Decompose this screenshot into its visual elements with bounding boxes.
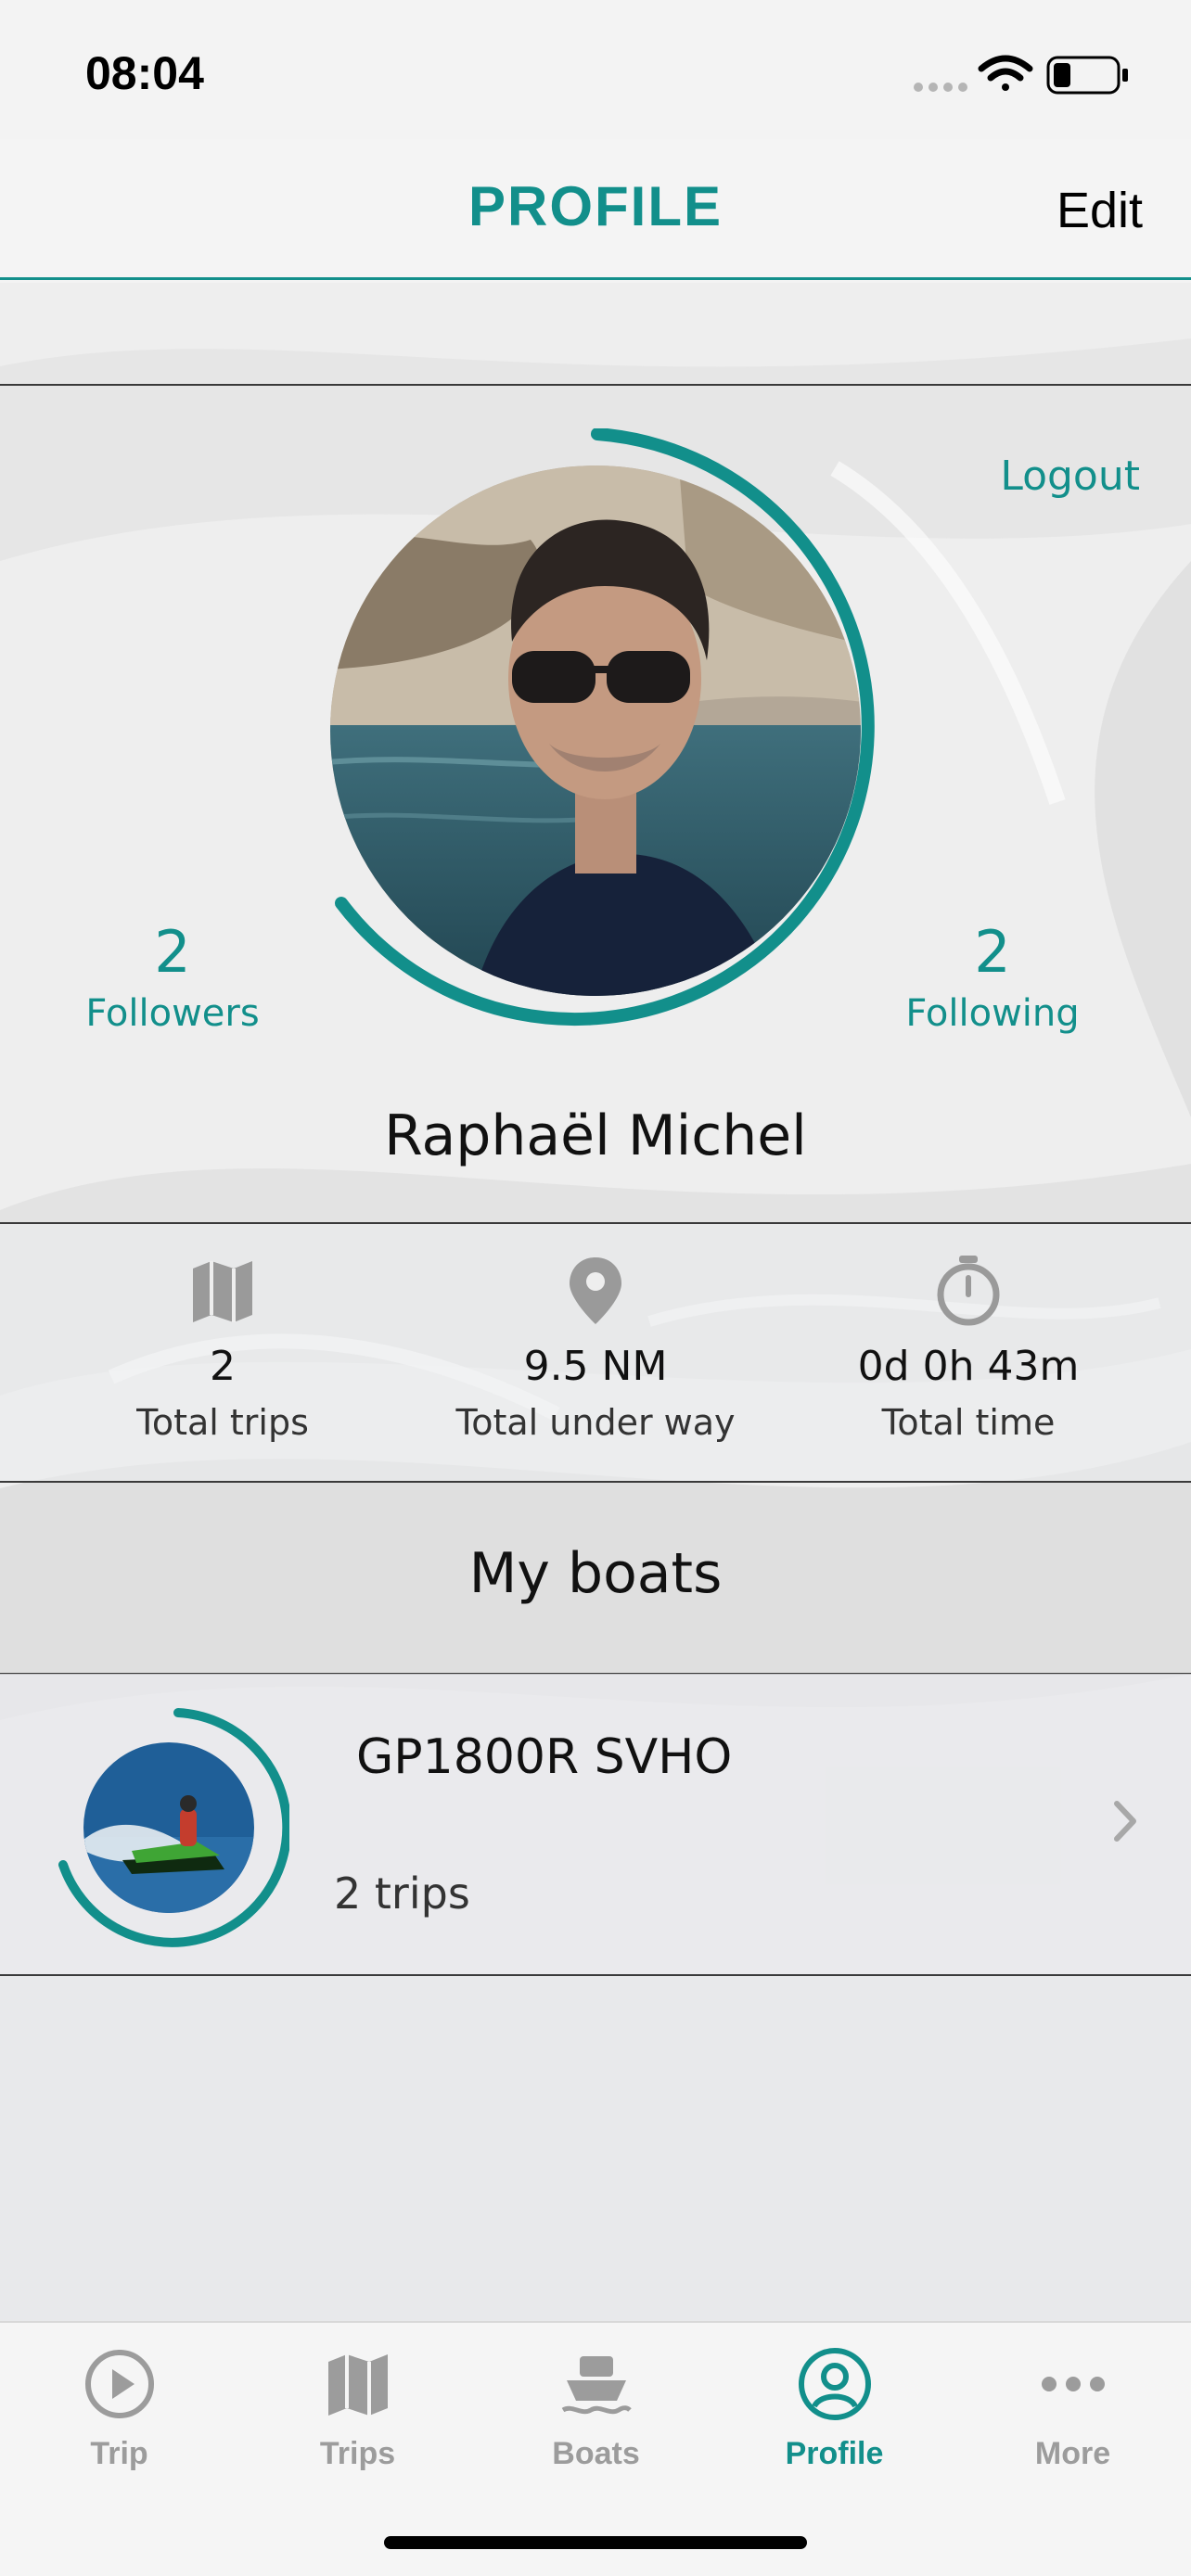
user-name: Raphaël Michel (384, 1103, 807, 1168)
tab-more[interactable]: More (954, 2345, 1191, 2472)
my-boats-title: My boats (468, 1541, 723, 1606)
boat-trips: 2 trips (334, 1868, 470, 1919)
location-pin-icon (570, 1257, 621, 1324)
boat-icon (561, 2356, 632, 2415)
total-under-way-label: Total under way (455, 1402, 736, 1443)
more-icon (1041, 2377, 1105, 2391)
total-trips-value: 2 (210, 1343, 236, 1390)
total-time-value: 0d 0h 43m (857, 1343, 1080, 1390)
status-bar: 08:04 (0, 0, 1191, 139)
home-indicator (384, 2536, 807, 2549)
tab-label: Trip (90, 2436, 148, 2471)
total-under-way-value: 9.5 NM (523, 1343, 668, 1390)
followers-label[interactable]: Followers (33, 992, 312, 1035)
divider (0, 1481, 1191, 1483)
edit-button[interactable]: Edit (1057, 182, 1143, 239)
total-time: 0d 0h 43m Total time (774, 1254, 1163, 1443)
map-icon (327, 2354, 388, 2416)
total-trips: 2 Total trips (28, 1254, 417, 1443)
wifi-icon (978, 55, 1033, 91)
play-icon (84, 2350, 154, 2418)
tab-trip[interactable]: Trip (0, 2345, 238, 2472)
cellular-signal-icon (914, 83, 967, 92)
battery-icon (1046, 56, 1128, 95)
chevron-right-icon (1114, 1801, 1136, 1842)
divider (0, 384, 1191, 386)
tab-trips[interactable]: Trips (238, 2345, 477, 2472)
stopwatch-icon (937, 1256, 1000, 1326)
followers-count[interactable]: 2 (33, 918, 312, 986)
tab-boats[interactable]: Boats (477, 2345, 715, 2472)
tab-label: Trips (319, 2436, 396, 2471)
total-trips-label: Total trips (136, 1402, 309, 1443)
following-label[interactable]: Following (853, 992, 1132, 1035)
profile-icon (798, 2348, 871, 2420)
total-under-way: 9.5 NM Total under way (401, 1254, 790, 1443)
map-icon (193, 1261, 252, 1322)
tab-label: Boats (552, 2436, 640, 2471)
tab-label: Profile (785, 2436, 884, 2471)
boat-name: GP1800R SVHO (356, 1729, 733, 1785)
empty-area (0, 1976, 1191, 2322)
tab-profile[interactable]: Profile (715, 2345, 954, 2472)
following-count[interactable]: 2 (853, 918, 1132, 986)
boat-thumbnail (58, 1708, 289, 1947)
status-icons (914, 55, 1128, 95)
avatar[interactable] (327, 428, 892, 1035)
nav-bar: PROFILE Edit (0, 139, 1191, 280)
page-title: PROFILE (467, 175, 723, 237)
status-time: 08:04 (85, 47, 204, 99)
total-time-label: Total time (881, 1402, 1056, 1443)
boat-row[interactable]: GP1800R SVHO 2 trips (0, 1674, 1191, 1974)
logout-button[interactable]: Logout (1000, 453, 1140, 500)
tab-label: More (1034, 2436, 1111, 2471)
